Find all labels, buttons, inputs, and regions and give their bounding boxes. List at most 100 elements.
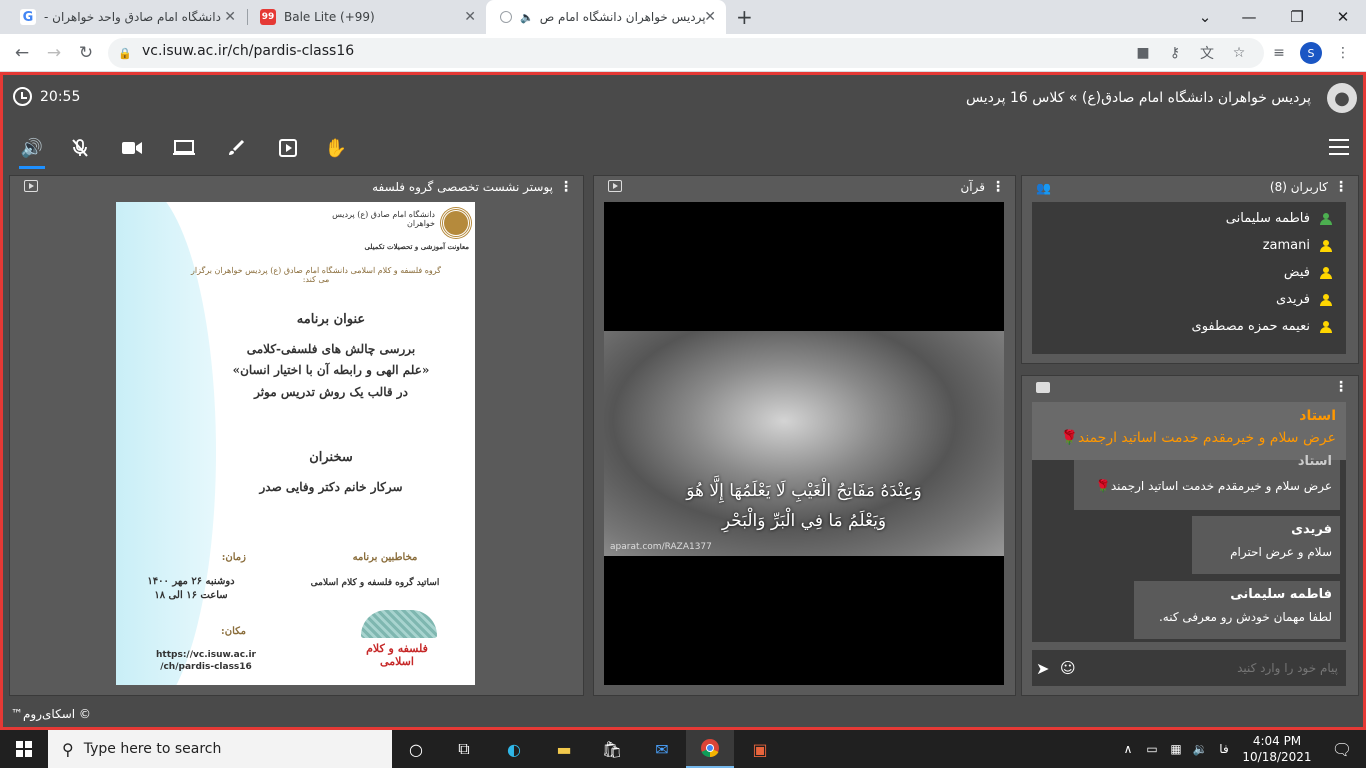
clock-icon	[13, 87, 32, 106]
close-tab-icon[interactable]: ✕	[464, 9, 476, 25]
url-text[interactable]: vc.isuw.ac.ir/ch/pardis-class16	[142, 43, 354, 59]
chat-messages[interactable]: استاد عرض سلام و خیرمقدم خدمت اساتید ارج…	[1032, 402, 1346, 642]
video-panel: قرآن ⋮ وَعِنْدَهُ مَفَاتِحُ الْغَيْبِ لَ…	[593, 175, 1016, 696]
quran-video-player[interactable]: وَعِنْدَهُ مَفَاتِحُ الْغَيْبِ لَا يَعْل…	[604, 202, 1004, 685]
raise-hand-icon[interactable]: ✋	[323, 135, 349, 161]
store-icon[interactable]: 🛍	[588, 730, 636, 768]
chat-input[interactable]	[1088, 656, 1338, 680]
search-icon: ⚲	[62, 739, 74, 759]
user-row[interactable]: فریدی	[1276, 286, 1332, 313]
reading-list-icon[interactable]: ≡	[1268, 42, 1290, 64]
poster-time-label: زمان:	[221, 552, 246, 563]
tab-search-icon[interactable]: ⌄	[1182, 0, 1228, 34]
tab-active-class[interactable]: 🔈 پردیس خواهران دانشگاه امام ص ✕	[486, 0, 726, 34]
back-icon[interactable]: ←	[6, 34, 38, 72]
user-row[interactable]: zamani	[1263, 232, 1332, 259]
chrome-icon[interactable]	[686, 730, 734, 768]
battery-icon[interactable]: ▭	[1140, 730, 1164, 768]
new-tab-button[interactable]: +	[736, 0, 760, 34]
profile-avatar[interactable]: S	[1300, 42, 1322, 64]
translate-icon[interactable]: 文	[1196, 42, 1218, 64]
input-language[interactable]: فا	[1212, 730, 1236, 768]
user-row[interactable]: نعیمه حمزه مصطفوی	[1192, 313, 1332, 340]
close-tab-icon[interactable]: ✕	[704, 9, 716, 25]
poster-program-line2: «علم الهی و رابطه آن با اختیار انسان»	[232, 363, 430, 377]
key-icon[interactable]: ⚷	[1164, 42, 1186, 64]
user-icon	[1320, 212, 1332, 225]
media-play-icon[interactable]	[275, 135, 301, 161]
office-app-icon[interactable]: ▣	[736, 730, 784, 768]
poster-program-line1: بررسی چالش های فلسفی-کلامی	[246, 342, 416, 356]
poster-place-url1: https://vc.isuw.ac.ir	[156, 650, 256, 660]
maximize-icon[interactable]: ❐	[1274, 0, 1320, 34]
panel-media-icon[interactable]	[24, 180, 38, 192]
skyroom-footer: ™اسکای‌روم ©	[11, 707, 91, 721]
app-toolbar: 🔊 ✋	[3, 121, 1363, 175]
poster-org-dept: معاونت آموزشی و تحصیلات تکمیلی	[364, 242, 469, 251]
site-icon	[500, 11, 512, 23]
brush-icon[interactable]	[223, 135, 249, 161]
task-view-icon[interactable]: ⧉	[440, 730, 488, 768]
camera-icon[interactable]	[119, 135, 145, 161]
bale-icon: 99	[260, 9, 276, 25]
tab-bale[interactable]: 99 Bale Lite (+99) ✕	[248, 0, 486, 34]
notifications-icon[interactable]: 🗨	[1318, 730, 1366, 768]
close-window-icon[interactable]: ✕	[1320, 0, 1366, 34]
screen-share-icon[interactable]	[171, 135, 197, 161]
app-header: 20:55 پردیس خواهران دانشگاه امام صادق(ع)…	[3, 75, 1363, 121]
minimize-icon[interactable]: —	[1226, 0, 1272, 34]
chat-bubble-icon	[1036, 382, 1050, 393]
users-list[interactable]: فاطمه سلیمانی zamani فیض فریدی نعیمه حمز…	[1032, 202, 1346, 354]
network-icon[interactable]: ▦	[1164, 730, 1188, 768]
speaker-volume-icon[interactable]: 🔊	[19, 135, 45, 169]
taskbar-clock[interactable]: 4:04 PM 10/18/2021	[1242, 733, 1312, 765]
google-icon: G	[20, 9, 36, 25]
tray-chevron-icon[interactable]: ∧	[1116, 730, 1140, 768]
user-row[interactable]: فیض	[1284, 259, 1332, 286]
forward-icon[interactable]: →	[38, 34, 70, 72]
poster-panel: پوستر نشست تخصصی گروه فلسفه ⋮ دانشگاه ام…	[9, 175, 584, 696]
users-panel-title: کاربران (8)	[1269, 180, 1328, 194]
user-icon	[1320, 266, 1332, 279]
panel-media-icon[interactable]	[608, 180, 622, 192]
panel-menu-icon[interactable]: ⋮	[1334, 379, 1348, 395]
verse-line1: وَعِنْدَهُ مَفَاتِحُ الْغَيْبِ لَا يَعْل…	[686, 481, 922, 501]
browser-menu-icon[interactable]: ⋮	[1332, 42, 1354, 64]
event-poster: دانشگاه امام صادق (ع) پردیس خواهران معاو…	[116, 202, 475, 685]
windows-start-icon[interactable]	[0, 730, 48, 768]
poster-org-name: دانشگاه امام صادق (ع) پردیس خواهران	[332, 210, 435, 228]
emoji-icon[interactable]: ☺	[1060, 659, 1076, 677]
mail-icon[interactable]: ✉	[638, 730, 686, 768]
taskbar-search[interactable]: ⚲ Type here to search	[48, 730, 392, 768]
poster-audience-label: مخاطبین برنامه	[352, 552, 418, 563]
close-tab-icon[interactable]: ✕	[224, 9, 236, 25]
speaker-icon: 🔈	[520, 10, 534, 24]
camera-blocked-icon[interactable]: ■	[1132, 42, 1154, 64]
mic-muted-icon[interactable]	[67, 135, 93, 161]
browser-tab-strip: G دانشگاه امام صادق واحد خواهران - ✕ 99 …	[0, 0, 1366, 34]
panel-menu-icon[interactable]: ⋮	[1334, 179, 1348, 195]
users-group-icon: 👥	[1036, 181, 1051, 195]
cortana-icon[interactable]: ○	[392, 730, 440, 768]
skyroom-app: 20:55 پردیس خواهران دانشگاه امام صادق(ع)…	[0, 72, 1366, 730]
user-avatar-icon[interactable]: ●	[1327, 83, 1357, 113]
tab-university[interactable]: G دانشگاه امام صادق واحد خواهران - ✕	[8, 0, 246, 34]
poster-panel-title: پوستر نشست تخصصی گروه فلسفه	[372, 180, 553, 194]
pinned-message: استاد عرض سلام و خیرمقدم خدمت اساتید ارج…	[1032, 402, 1346, 460]
reload-icon[interactable]: ↻	[70, 34, 102, 72]
lock-icon[interactable]: 🔒	[114, 42, 136, 64]
file-explorer-icon[interactable]: ▬	[540, 730, 588, 768]
send-icon[interactable]: ➤	[1036, 659, 1049, 678]
poster-place-url2: /ch/pardis-class16	[160, 662, 252, 672]
panel-menu-icon[interactable]: ⋮	[559, 179, 573, 195]
session-clock: 20:55	[13, 87, 80, 106]
user-row[interactable]: فاطمه سلیمانی	[1226, 205, 1332, 232]
chat-panel: ⋮ استاد عرض سلام و خیرمقدم خدمت اساتید ا…	[1021, 375, 1359, 696]
hamburger-menu-icon[interactable]	[1329, 139, 1349, 155]
user-icon	[1320, 293, 1332, 306]
panel-menu-icon[interactable]: ⋮	[991, 179, 1005, 195]
edge-icon[interactable]: ◐	[490, 730, 538, 768]
bookmark-star-icon[interactable]: ☆	[1228, 42, 1250, 64]
volume-icon[interactable]: 🔉	[1188, 730, 1212, 768]
chat-message: فریدی سلام و عرض احترام	[1192, 516, 1340, 574]
